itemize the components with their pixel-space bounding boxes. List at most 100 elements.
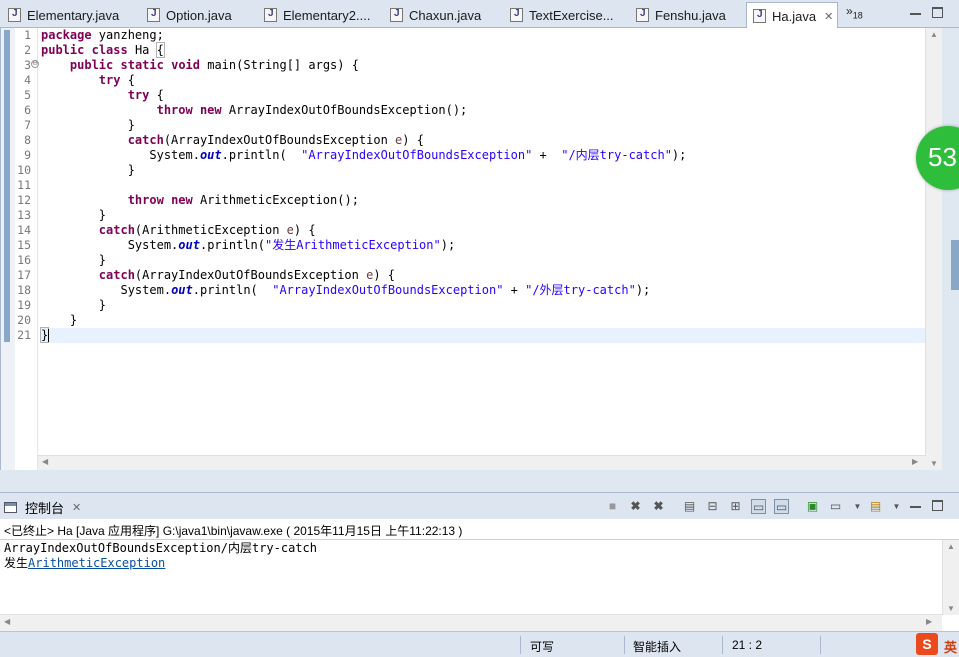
current-line-highlight (41, 328, 926, 343)
console-output-line: 发生ArithmeticException (4, 556, 166, 570)
line-number: 18 (17, 283, 31, 297)
console-vertical-scrollbar[interactable]: ▲ ▼ (942, 540, 959, 615)
scroll-right-icon[interactable]: ▶ (912, 457, 918, 466)
editor-tab-active[interactable]: Ha.java✕ (746, 2, 838, 29)
java-file-icon (510, 8, 523, 22)
line-number: 8 (24, 133, 31, 147)
editor-tab[interactable]: Chaxun.java (384, 2, 504, 28)
console-view-header: 控制台 ✕ ■ ✖ ✖ ▤ ⊟ ⊞ ▭ ▭ ▣ ▭ ▼ ▤ ▼ (0, 492, 959, 519)
line-number: 6 (24, 103, 31, 117)
remove-launch-icon[interactable]: ✖ (628, 499, 643, 514)
line-number: 15 (17, 238, 31, 252)
line-number: 4 (24, 73, 31, 87)
console-tab[interactable]: 控制台 ✕ (4, 498, 81, 517)
line-number: 17 (17, 268, 31, 282)
show-on-stderr-icon[interactable]: ▭ (774, 499, 789, 514)
code-line: } (41, 313, 78, 327)
minimize-icon[interactable] (910, 502, 921, 508)
display-console-icon[interactable]: ▭ (828, 499, 843, 514)
line-number: 12 (17, 193, 31, 207)
line-number: 1 (24, 28, 31, 42)
code-editor[interactable]: 1 2 3 4 5 6 7 8 9 10 11 12 13 14 15 16 1… (0, 28, 942, 470)
scroll-lock-icon[interactable]: ⊟ (705, 499, 720, 514)
status-separator (624, 636, 625, 654)
line-number: 11 (17, 178, 31, 192)
tab-overflow-button[interactable]: »18 (846, 4, 863, 20)
console-output[interactable]: ArrayIndexOutOfBoundsException/内层try-cat… (0, 539, 959, 631)
code-line: } (41, 298, 107, 312)
console-output-line: ArrayIndexOutOfBoundsException/内层try-cat… (4, 541, 317, 555)
insert-mode-status: 智能插入 (633, 640, 682, 654)
scroll-down-icon[interactable]: ▼ (930, 459, 938, 468)
scroll-down-icon[interactable]: ▼ (947, 604, 955, 613)
code-line: System.out.println( "ArrayIndexOutOfBoun… (149, 148, 687, 162)
editor-tab[interactable]: Elementary.java (2, 2, 142, 28)
maximize-icon[interactable] (932, 7, 943, 18)
status-separator (820, 636, 821, 654)
line-number: 9 (24, 148, 31, 162)
terminate-icon[interactable]: ■ (605, 499, 620, 514)
scroll-right-icon[interactable]: ▶ (926, 617, 932, 626)
java-file-icon (8, 8, 21, 22)
word-wrap-icon[interactable]: ⊞ (728, 499, 743, 514)
writable-status: 可写 (530, 640, 555, 654)
status-bar: 可写 智能插入 21 : 2 (0, 631, 959, 657)
code-line: } (41, 163, 135, 177)
text-caret (48, 329, 49, 342)
line-number: 19 (17, 298, 31, 312)
code-line: catch(ArrayIndexOutOfBoundsException e) … (98, 268, 396, 282)
editor-tab[interactable]: Elementary2.... (258, 2, 381, 28)
line-number: 16 (17, 253, 31, 267)
line-number: 5 (24, 88, 31, 102)
code-line: public static void main(String[] args) { (69, 58, 359, 72)
java-file-icon (264, 8, 277, 22)
scroll-left-icon[interactable]: ◀ (4, 617, 10, 626)
editor-tab[interactable]: TextExercise... (504, 2, 630, 28)
code-line: public class Ha { (41, 42, 165, 58)
editor-tab-bar: Elementary.java Option.java Elementary2.… (0, 0, 959, 29)
editor-vertical-scrollbar[interactable]: ▲ ▼ (925, 28, 942, 470)
overview-ruler (1, 28, 15, 470)
editor-tab[interactable]: Option.java (141, 2, 258, 28)
pin-console-icon[interactable]: ▣ (805, 499, 820, 514)
code-area[interactable]: package yanzheng; public class Ha { publ… (39, 28, 926, 470)
console-horizontal-scrollbar[interactable]: ◀ ▶ (0, 614, 942, 631)
clear-console-icon[interactable]: ▤ (682, 499, 697, 514)
scroll-up-icon[interactable]: ▲ (930, 30, 938, 39)
input-method-logo-icon[interactable]: S (916, 633, 938, 655)
minimize-icon[interactable] (910, 9, 921, 15)
code-line: } (41, 253, 107, 267)
line-number: 2 (24, 43, 31, 57)
close-icon[interactable]: ✕ (824, 10, 833, 23)
scroll-up-icon[interactable]: ▲ (947, 542, 955, 551)
code-line: package yanzheng; (41, 28, 164, 42)
chevron-down-icon[interactable]: ▼ (889, 499, 904, 514)
line-number: 21 (17, 328, 31, 342)
exception-link[interactable]: ArithmeticException (28, 556, 165, 570)
editor-tab[interactable]: Fenshu.java (630, 2, 746, 28)
remove-all-icon[interactable]: ✖ (651, 499, 666, 514)
fold-toggle-icon[interactable]: ⊖ (31, 60, 39, 68)
java-file-icon (390, 8, 403, 22)
java-file-icon (636, 8, 649, 22)
scroll-left-icon[interactable]: ◀ (42, 457, 48, 466)
console-icon (4, 502, 17, 513)
line-number: 10 (17, 163, 31, 177)
chevron-down-icon[interactable]: ▼ (850, 499, 865, 514)
code-line: catch(ArrayIndexOutOfBoundsException e) … (127, 133, 424, 147)
java-file-icon (753, 9, 766, 23)
line-number: 7 (24, 118, 31, 132)
line-number: 14 (17, 223, 31, 237)
side-panel-handle[interactable] (951, 240, 959, 290)
show-on-stdout-icon[interactable]: ▭ (751, 499, 766, 514)
code-line: try { (127, 88, 164, 102)
editor-horizontal-scrollbar[interactable]: ◀ ▶ (38, 455, 926, 470)
status-separator (520, 636, 521, 654)
input-method-mode[interactable]: 英 (944, 637, 957, 656)
open-console-icon[interactable]: ▤ (868, 499, 883, 514)
change-marker (4, 30, 10, 342)
close-icon[interactable]: ✕ (72, 501, 81, 514)
maximize-icon[interactable] (932, 500, 943, 511)
code-line: throw new ArrayIndexOutOfBoundsException… (156, 103, 468, 117)
code-line: try { (98, 73, 135, 87)
